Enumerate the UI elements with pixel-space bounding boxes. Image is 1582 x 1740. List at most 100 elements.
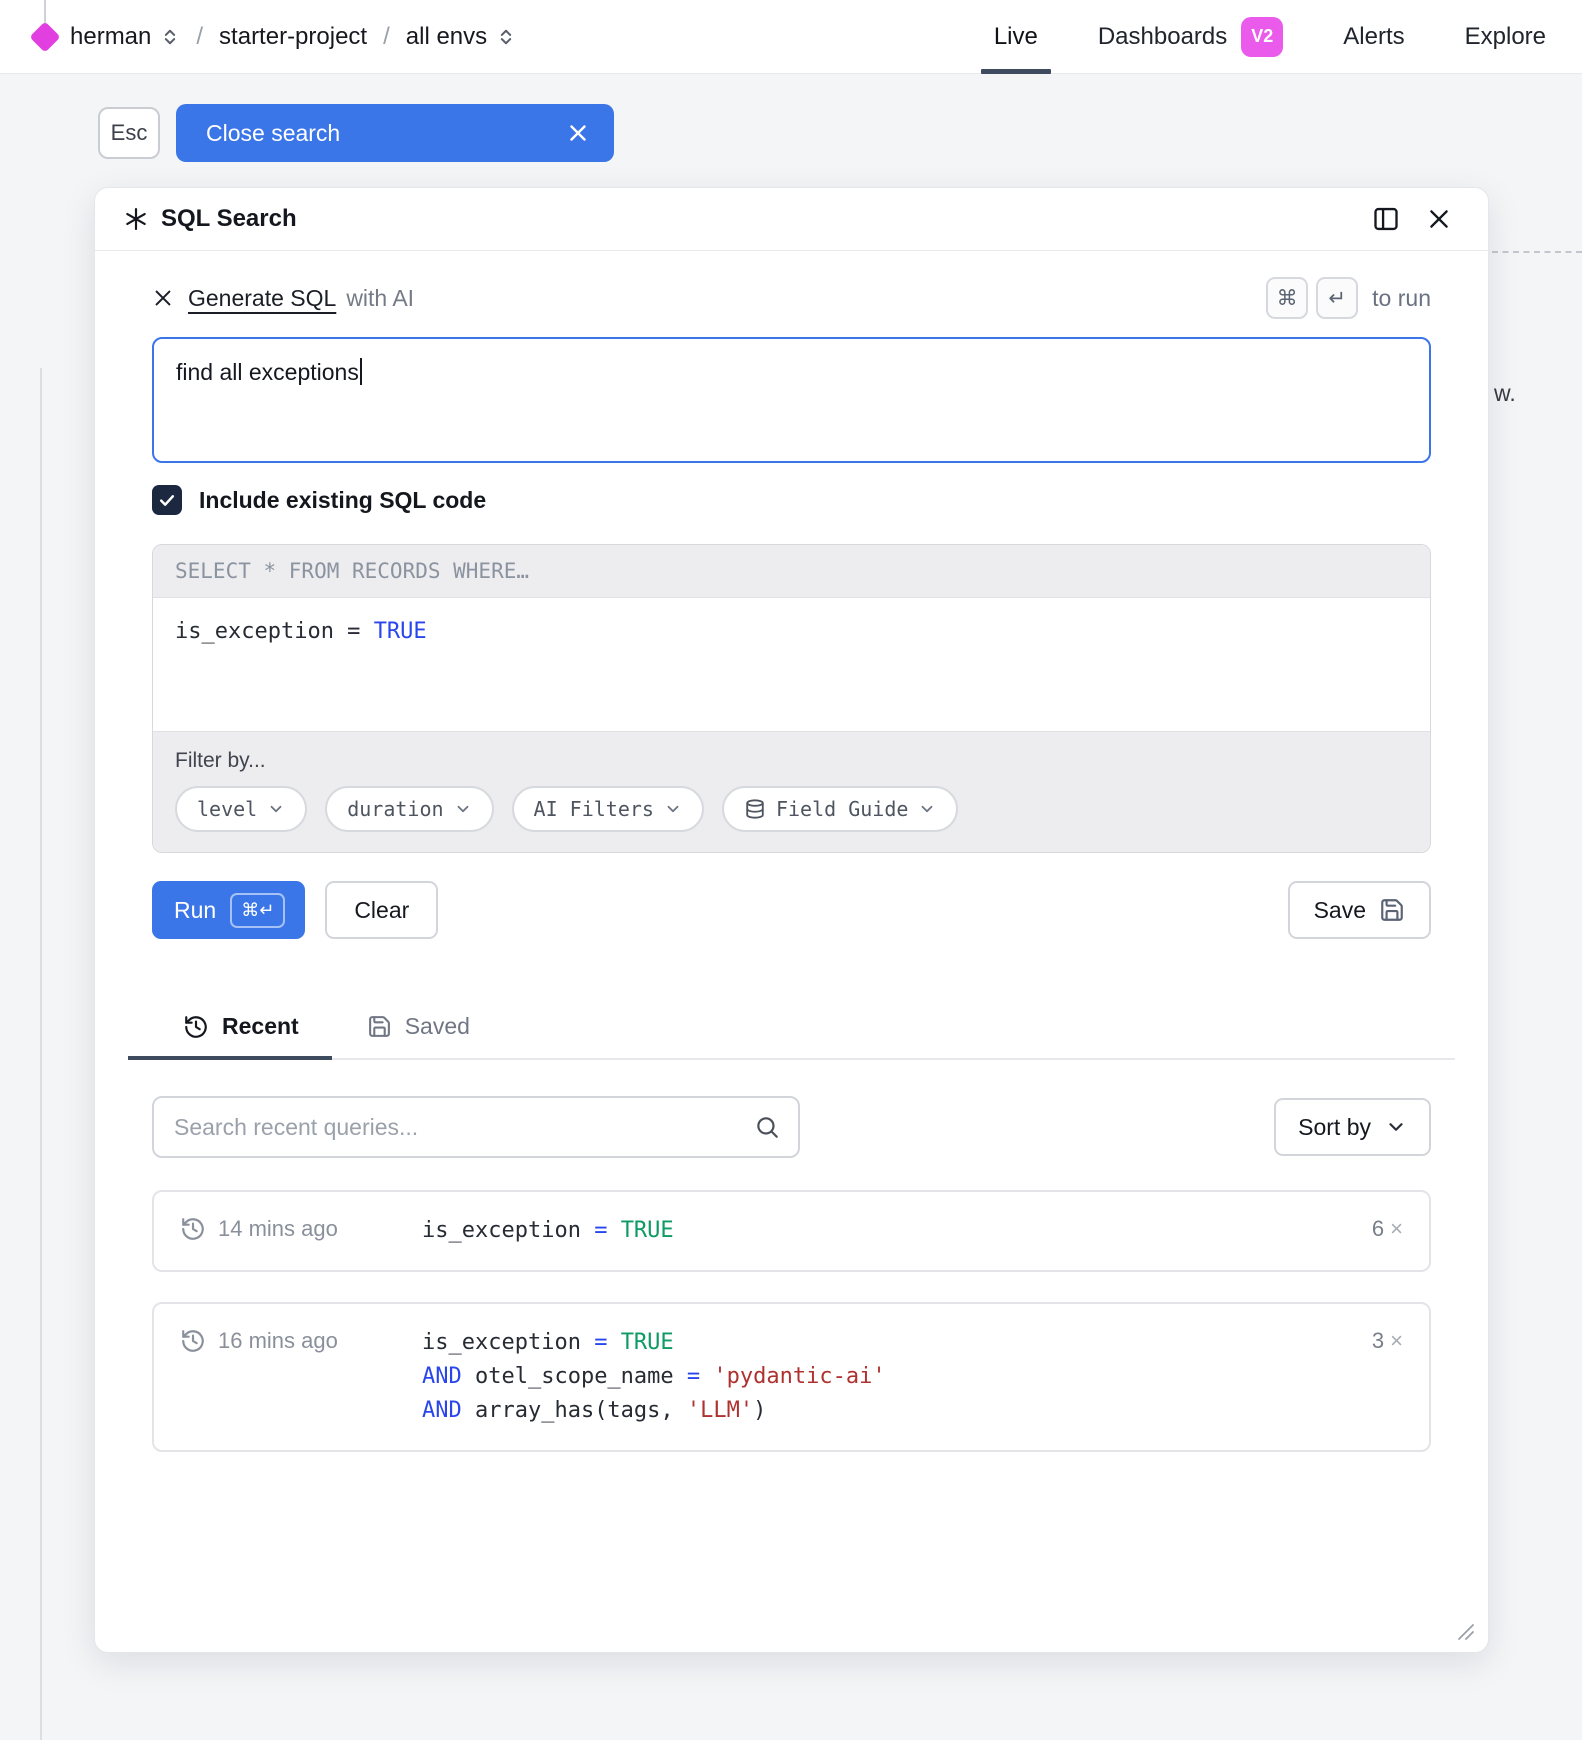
save-icon [367, 1014, 392, 1039]
sql-editor-code[interactable]: is_exception = TRUE [153, 598, 1430, 731]
query-run-count: 6 × [1372, 1214, 1403, 1242]
close-modal-icon[interactable] [1426, 206, 1452, 232]
query-count-number: 6 [1372, 1216, 1384, 1242]
chevron-down-icon [1385, 1116, 1407, 1138]
tab-recent[interactable]: Recent [128, 1005, 332, 1058]
enter-key: ↵ [1316, 277, 1358, 319]
recent-query-card[interactable]: 16 mins ago is_exception = TRUEAND otel_… [152, 1302, 1431, 1452]
modal-title: SQL Search [161, 205, 297, 233]
background-panel-edge [40, 368, 42, 1740]
query-count-times: × [1390, 1328, 1403, 1354]
chevron-down-icon [454, 800, 472, 818]
query-meta: 16 mins ago [180, 1326, 394, 1354]
recent-search-row: Sort by [152, 1096, 1431, 1158]
query-run-count: 3 × [1372, 1326, 1403, 1354]
ai-prompt-input[interactable]: find all exceptions [152, 337, 1431, 463]
sql-editor[interactable]: SELECT * FROM RECORDS WHERE… is_exceptio… [152, 544, 1431, 853]
sql-search-modal: SQL Search Generate SQL with AI ⌘ ↵ [94, 187, 1489, 1653]
version-badge: V2 [1241, 17, 1283, 57]
save-button[interactable]: Save [1288, 881, 1431, 939]
run-hint-label: to run [1372, 285, 1431, 312]
nav-link-explore[interactable]: Explore [1465, 0, 1546, 74]
breadcrumb-env[interactable]: all envs [406, 23, 487, 51]
sort-by-button[interactable]: Sort by [1274, 1098, 1431, 1156]
query-meta: 14 mins ago [180, 1214, 394, 1242]
app-root: w. herman / starter-project / all envs L… [0, 0, 1582, 1740]
modal-body: Generate SQL with AI ⌘ ↵ to run find all… [95, 251, 1488, 1452]
filter-chip-label: AI Filters [534, 797, 654, 821]
filter-chip-level[interactable]: level [175, 786, 307, 832]
filter-chip-ai-filters[interactable]: AI Filters [512, 786, 704, 832]
breadcrumb-org[interactable]: herman [70, 23, 151, 51]
env-selector-chevrons-icon[interactable] [496, 25, 516, 49]
close-search-button[interactable]: Close search [176, 104, 614, 162]
sort-by-label: Sort by [1298, 1114, 1371, 1141]
filter-chip-label: Field Guide [776, 797, 908, 821]
sql-editor-header: SELECT * FROM RECORDS WHERE… [153, 545, 1430, 598]
modal-header: SQL Search [95, 188, 1488, 251]
search-recent-input[interactable] [152, 1096, 800, 1158]
generate-sql-link[interactable]: Generate SQL [188, 285, 336, 312]
code-line: is_exception = TRUE [175, 615, 1408, 648]
breadcrumb-separator: / [196, 23, 203, 51]
run-shortcut-badge: ⌘↵ [230, 893, 285, 928]
recent-query-list: 14 mins ago is_exception = TRUE 6 × 16 m… [152, 1190, 1431, 1452]
save-label: Save [1314, 897, 1366, 924]
active-tab-indicator [128, 1056, 332, 1060]
chevron-down-icon [918, 800, 936, 818]
close-search-row: Esc Close search [98, 104, 614, 162]
checkmark-icon [157, 490, 177, 510]
include-sql-label: Include existing SQL code [199, 487, 486, 514]
query-count-times: × [1390, 1216, 1403, 1242]
nav-links: Live Dashboards V2 Alerts Explore [994, 0, 1546, 74]
background-clipped-text: w. [1494, 380, 1516, 407]
history-icon [183, 1014, 209, 1040]
sparkle-asterisk-icon [123, 206, 149, 232]
side-panel-icon[interactable] [1372, 205, 1400, 233]
active-nav-indicator [981, 69, 1051, 74]
dismiss-generate-icon[interactable] [152, 287, 174, 309]
run-button[interactable]: Run ⌘↵ [152, 881, 305, 939]
tab-label: Recent [222, 1013, 299, 1040]
nav-link-live[interactable]: Live [994, 0, 1038, 74]
include-sql-checkbox[interactable] [152, 485, 182, 515]
ai-prompt-value: find all exceptions [176, 359, 359, 385]
org-selector-chevrons-icon[interactable] [160, 25, 180, 49]
filter-chip-field-guide[interactable]: Field Guide [722, 786, 958, 832]
code-line: AND otel_scope_name = 'pydantic-ai' [422, 1360, 886, 1394]
chevron-down-icon [664, 800, 682, 818]
cmd-key: ⌘ [1266, 277, 1308, 319]
floppy-save-icon [1379, 897, 1405, 923]
nav-link-label: Explore [1465, 23, 1546, 51]
recent-search [152, 1096, 800, 1158]
history-icon [180, 1216, 206, 1242]
resize-handle[interactable] [1456, 1622, 1476, 1642]
clear-button[interactable]: Clear [325, 881, 438, 939]
query-timestamp: 14 mins ago [218, 1216, 338, 1242]
run-shortcut-hint: ⌘ ↵ to run [1266, 277, 1431, 319]
breadcrumb-project[interactable]: starter-project [219, 23, 367, 51]
nav-link-label: Dashboards [1098, 23, 1227, 51]
query-timestamp: 16 mins ago [218, 1328, 338, 1354]
history-tabs: Recent Saved [128, 1005, 1455, 1060]
generate-sql-row: Generate SQL with AI ⌘ ↵ to run [152, 275, 1431, 321]
nav-link-dashboards[interactable]: Dashboards V2 [1098, 0, 1283, 74]
nav-link-label: Alerts [1343, 23, 1404, 51]
code-line: AND array_has(tags, 'LLM') [422, 1394, 886, 1428]
filter-chip-duration[interactable]: duration [325, 786, 493, 832]
recent-query-card[interactable]: 14 mins ago is_exception = TRUE 6 × [152, 1190, 1431, 1272]
search-icon [754, 1114, 780, 1140]
include-sql-row: Include existing SQL code [152, 485, 1431, 515]
filter-chip-label: duration [347, 797, 443, 821]
text-cursor [360, 358, 362, 385]
database-icon [744, 798, 766, 820]
tab-saved[interactable]: Saved [332, 1005, 503, 1058]
tab-label: Saved [405, 1013, 470, 1040]
filter-chips: level duration AI Filters Field Guide [175, 786, 1408, 832]
nav-link-label: Live [994, 23, 1038, 51]
actions-row: Run ⌘↵ Clear Save [152, 881, 1431, 939]
filter-by-label: Filter by... [175, 749, 1408, 773]
code-line: is_exception = TRUE [422, 1326, 886, 1360]
nav-link-alerts[interactable]: Alerts [1343, 0, 1404, 74]
logfire-logo-icon[interactable] [29, 21, 60, 52]
